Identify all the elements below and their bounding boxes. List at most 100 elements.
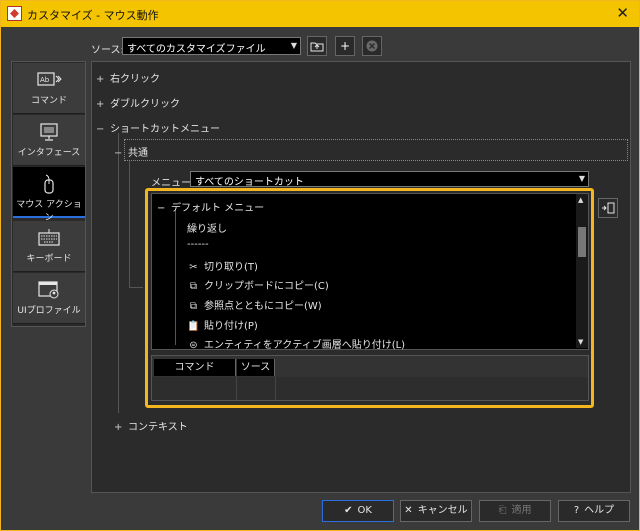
category-ui-profile[interactable]: UIプロファイル (13, 273, 85, 324)
help-button[interactable]: ? ヘルプ (558, 500, 630, 522)
list-root-default-menu[interactable]: − デフォルト メニュー (157, 199, 264, 214)
list-item-label: デフォルト メニュー (171, 203, 265, 214)
vertical-scrollbar[interactable]: ▲ ▼ (576, 194, 588, 348)
category-label: マウス アクション (16, 200, 82, 223)
list-item-label: クリップボードにコピー(C) (204, 281, 329, 292)
tree-label: 共通 (128, 148, 148, 159)
tree-label: 右クリック (110, 74, 160, 85)
chevron-down-icon: ▼ (578, 174, 585, 183)
apply-label: 適用 (511, 505, 532, 516)
apply-button[interactable]: ⎗ 適用 (479, 500, 551, 522)
list-item[interactable]: 📋 貼り付け(P) (187, 317, 258, 332)
category-label: インタフェース (17, 148, 81, 158)
list-item[interactable]: ⊜ エンティティをアクティブ画層へ貼り付け(L) (187, 336, 405, 351)
collapse-icon[interactable]: − (157, 203, 171, 214)
list-item-label: ------ (187, 239, 209, 250)
check-icon: ✔ (344, 505, 353, 516)
list-item-label: エンティティをアクティブ画層へ貼り付け(L) (204, 340, 406, 351)
remove-icon (366, 40, 378, 52)
svg-text:Ab: Ab (40, 76, 50, 84)
category-command[interactable]: Ab コマンド (13, 63, 85, 114)
scroll-down-icon[interactable]: ▼ (578, 338, 583, 346)
keyboard-icon (38, 229, 60, 246)
list-item-label: 参照点とともにコピー(W) (204, 301, 322, 312)
common-node-box (124, 139, 628, 161)
category-label: UIプロファイル (17, 306, 81, 316)
scissors-icon: ✂ (189, 262, 198, 273)
column-header-source[interactable]: ソース (237, 359, 275, 376)
list-item[interactable]: ------ (187, 239, 209, 250)
collapse-icon[interactable]: − (114, 148, 128, 159)
list-item-label: 繰り返し (187, 224, 227, 235)
tree-item-context[interactable]: + コンテキスト (114, 418, 188, 433)
apply-icon: ⎗ (498, 505, 507, 516)
tree-item-common[interactable]: − 共通 (114, 144, 148, 159)
command-icon: Ab (37, 72, 62, 86)
command-table: コマンド ソース (151, 355, 589, 401)
column-divider (236, 377, 237, 400)
tree-connector (175, 209, 176, 345)
command-table-body (152, 377, 588, 400)
list-item-label: 貼り付け(P) (204, 321, 258, 332)
mouse-icon (44, 174, 54, 194)
expand-icon[interactable]: + (96, 99, 110, 110)
copy-icon: ⧉ (189, 281, 198, 292)
category-label: キーボード (26, 254, 72, 264)
category-mouse-action[interactable]: マウス アクション (13, 167, 85, 223)
chevron-down-icon: ▼ (290, 41, 297, 50)
category-label: コマンド (30, 96, 67, 106)
tree-connector (129, 287, 143, 288)
paste-icon: 📋 (187, 321, 200, 332)
source-label: ソース: (91, 45, 124, 56)
add-to-menu-button[interactable] (598, 198, 618, 218)
tree-connector (129, 161, 130, 287)
close-icon: ✕ (404, 505, 413, 516)
scrollbar-thumb[interactable] (578, 227, 586, 257)
scroll-up-icon[interactable]: ▲ (578, 196, 583, 204)
menu-value: すべてのショートカット (195, 177, 304, 188)
export-button[interactable] (307, 36, 327, 56)
ok-button[interactable]: ✔ OK (322, 500, 394, 522)
tree-connector (118, 133, 119, 413)
tree-item-shortcut-menu[interactable]: − ショートカットメニュー (96, 120, 220, 135)
list-item[interactable]: ⧉ 参照点とともにコピー(W) (187, 297, 322, 312)
list-item-label: 切り取り(T) (204, 262, 258, 273)
source-dropdown[interactable]: すべてのカスタマイズファイル ▼ (122, 37, 301, 55)
help-icon: ? (573, 505, 580, 516)
remove-button[interactable] (362, 36, 382, 56)
ok-label: OK (357, 505, 372, 516)
add-button[interactable]: + (335, 36, 355, 56)
tree-label: ショートカットメニュー (110, 124, 220, 135)
expand-icon[interactable]: + (96, 74, 110, 85)
column-header-command[interactable]: コマンド (154, 359, 236, 376)
cancel-label: キャンセル (417, 505, 468, 516)
window-title: カスタマイズ - マウス動作 (27, 9, 159, 22)
tree-item-right-click[interactable]: + 右クリック (96, 70, 160, 85)
paste-to-layer-icon: ⊜ (189, 340, 198, 351)
category-interface[interactable]: インタフェース (13, 115, 85, 166)
category-panel: Ab コマンド インタフェース マウス アクション キーボード UIプロファイル (11, 61, 86, 327)
folder-export-icon (310, 42, 324, 52)
copy-with-base-point-icon: ⧉ (189, 301, 198, 312)
tree-item-double-click[interactable]: + ダブルクリック (96, 95, 180, 110)
close-button[interactable]: ✕ (616, 4, 629, 22)
menu-dropdown[interactable]: すべてのショートカット ▼ (190, 171, 589, 188)
list-item[interactable]: ⧉ クリップボードにコピー(C) (187, 277, 329, 292)
column-divider (275, 377, 276, 400)
interface-icon (40, 123, 58, 141)
expand-icon[interactable]: + (114, 422, 128, 433)
list-item[interactable]: ✂ 切り取り(T) (187, 258, 258, 273)
app-icon (7, 6, 22, 21)
insert-item-icon (602, 202, 615, 214)
tree-label: コンテキスト (128, 422, 188, 433)
title-bar: カスタマイズ - マウス動作 ✕ (1, 1, 639, 27)
collapse-icon[interactable]: − (96, 124, 110, 135)
customize-window: カスタマイズ - マウス動作 ✕ ソース: すべてのカスタマイズファイル ▼ +… (0, 0, 640, 531)
menu-label: メニュー: (151, 178, 195, 189)
help-label: ヘルプ (584, 505, 615, 516)
cancel-button[interactable]: ✕ キャンセル (400, 500, 472, 522)
category-keyboard[interactable]: キーボード (13, 221, 85, 272)
source-value: すべてのカスタマイズファイル (127, 44, 266, 55)
list-item[interactable]: 繰り返し (187, 220, 227, 235)
tree-label: ダブルクリック (110, 99, 180, 110)
